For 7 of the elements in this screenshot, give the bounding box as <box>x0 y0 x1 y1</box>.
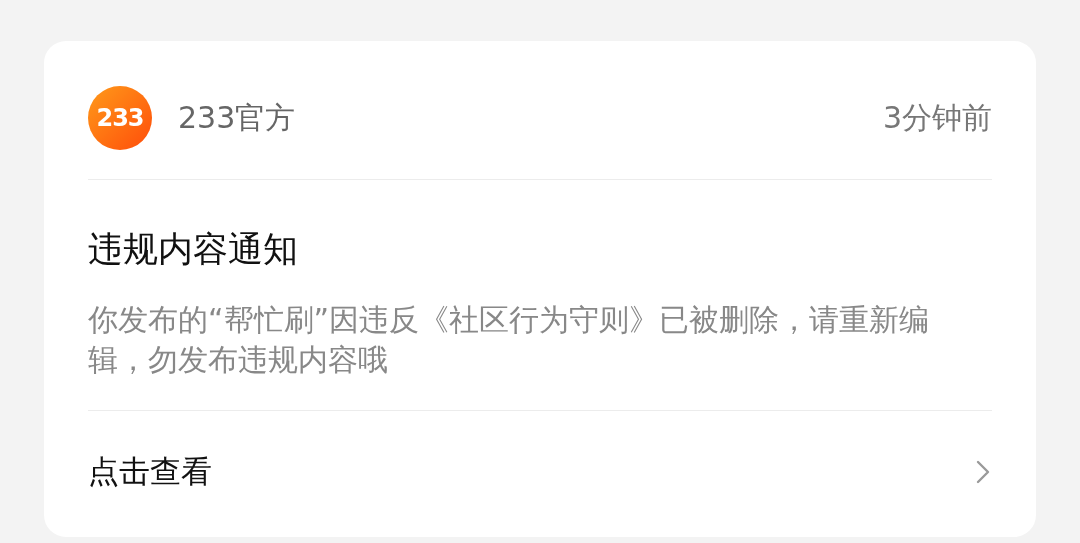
notification-message: 你发布的“帮忙刷”因违反《社区行为守则》已被删除，请重新编辑，勿发布违规内容哦 <box>88 301 931 379</box>
notification-title: 违规内容通知 <box>88 228 299 270</box>
timestamp: 3分钟前 <box>882 98 992 137</box>
sender-name: 233官方 <box>178 98 296 137</box>
sender-logo: 233 <box>88 86 152 150</box>
chevron-right-icon[interactable] <box>976 460 990 484</box>
view-link[interactable]: 点击查看 <box>88 451 212 493</box>
